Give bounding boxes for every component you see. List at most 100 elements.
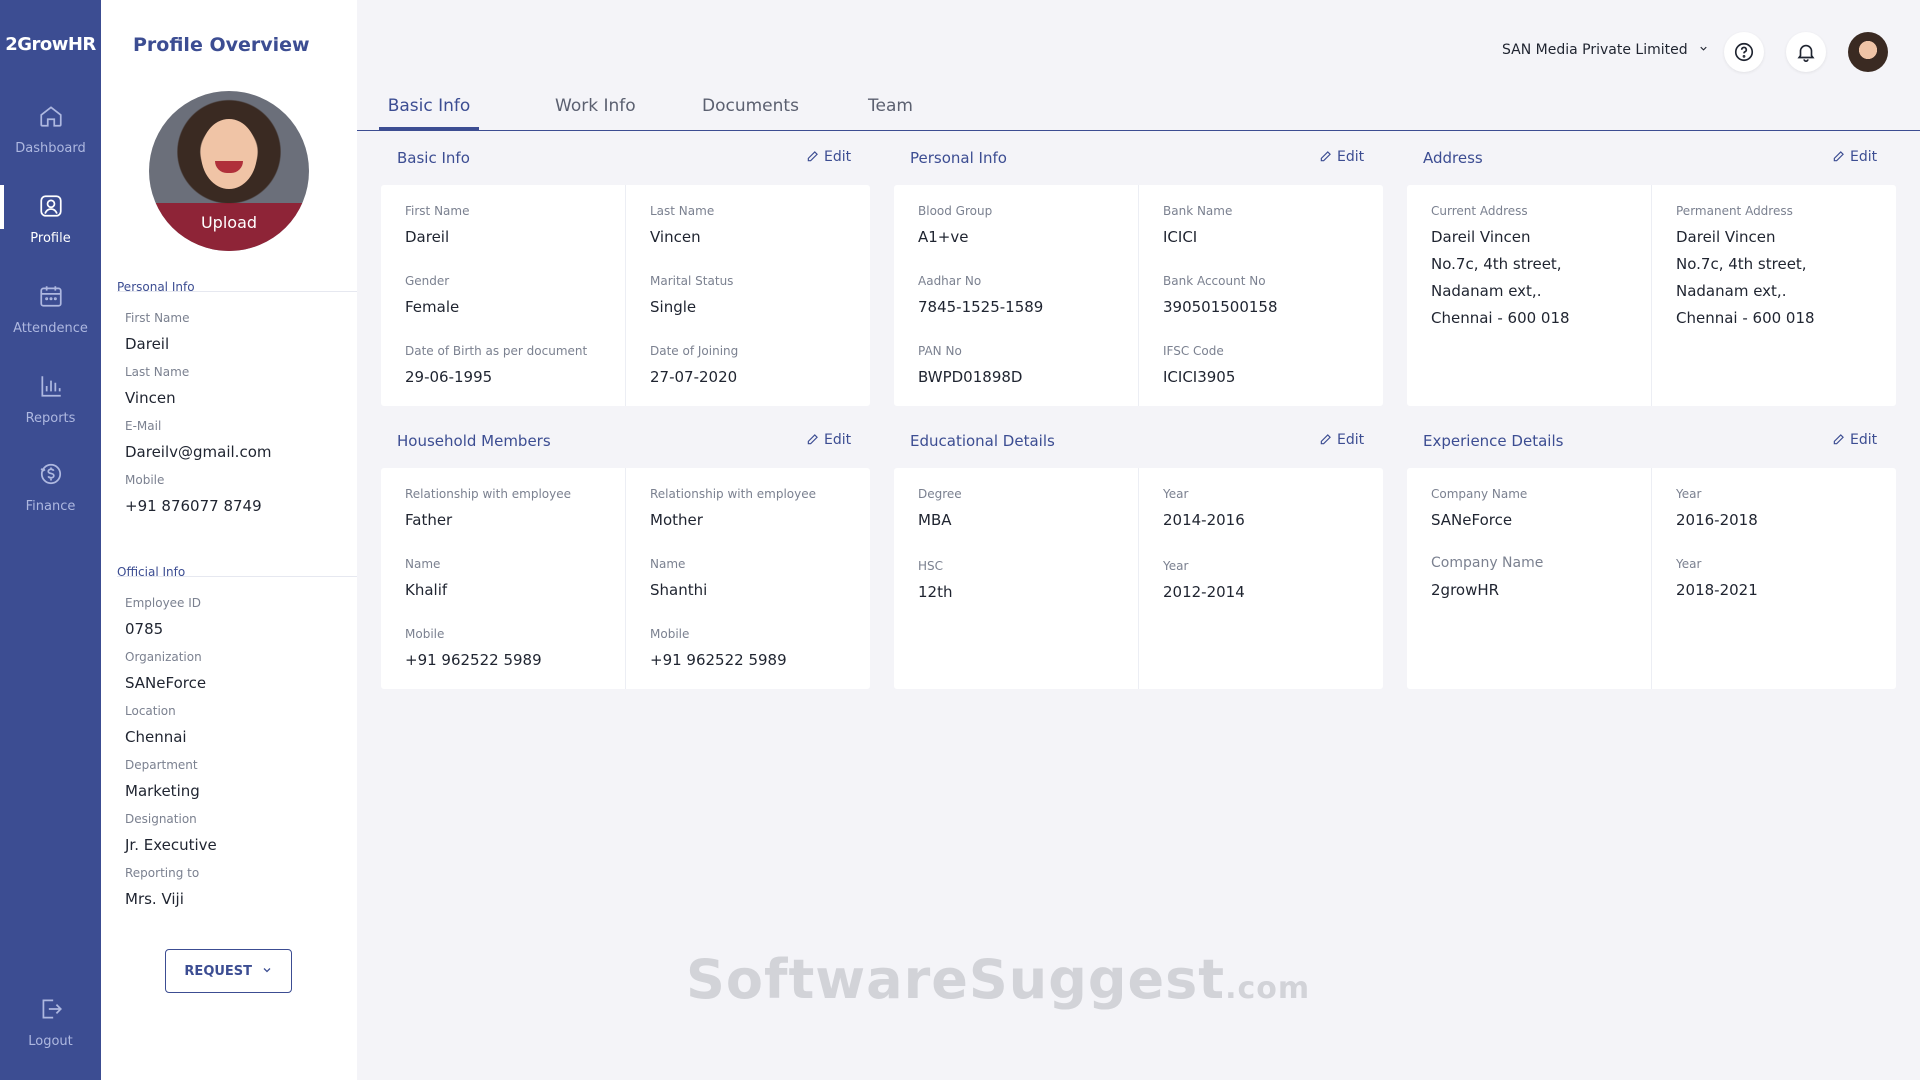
- upload-button[interactable]: Upload: [149, 203, 309, 251]
- card-title-personal-info: Personal Info: [910, 149, 1007, 167]
- field-value: Khalif: [405, 581, 448, 599]
- field-label: Name: [405, 557, 441, 571]
- nav-label: Profile: [30, 231, 71, 246]
- field-label: Degree: [918, 487, 962, 501]
- column-divider: [625, 185, 626, 406]
- field-value: Jr. Executive: [125, 836, 217, 854]
- column-divider: [625, 468, 626, 689]
- help-button[interactable]: [1724, 32, 1764, 72]
- field-label: Mobile: [405, 627, 445, 641]
- field-label: Company Name: [1431, 487, 1528, 501]
- edit-basic-info-button[interactable]: Edit: [806, 149, 851, 165]
- notifications-button[interactable]: [1786, 32, 1826, 72]
- field-value: 2012-2014: [1163, 583, 1245, 601]
- field-label: Year: [1676, 487, 1702, 501]
- address-line: Chennai - 600 018: [1676, 309, 1815, 327]
- calendar-icon: [39, 286, 62, 307]
- card-personal-info: Blood Group A1+ve Aadhar No 7845-1525-15…: [894, 185, 1383, 406]
- card-household: Relationship with employee Father Name K…: [381, 468, 870, 689]
- field-value: 2016-2018: [1676, 511, 1758, 529]
- field-label: Department: [125, 758, 198, 772]
- edit-personal-info-button[interactable]: Edit: [1319, 149, 1364, 165]
- chevron-down-icon: [1700, 46, 1707, 51]
- chevron-down-icon: [263, 967, 271, 972]
- watermark-suffix: .com: [1225, 971, 1311, 1006]
- edit-education-button[interactable]: Edit: [1319, 432, 1364, 448]
- app-logo: 2GrowHR: [5, 34, 96, 55]
- watermark: SoftwareSuggest.com: [686, 948, 1310, 1011]
- field-value: Father: [405, 511, 453, 529]
- request-button[interactable]: REQUEST: [165, 949, 292, 993]
- pencil-icon: [807, 151, 818, 162]
- field-value: 27-07-2020: [650, 368, 738, 386]
- address-line: Chennai - 600 018: [1431, 309, 1570, 327]
- nav-label: Finance: [25, 499, 76, 514]
- nav-finance[interactable]: Finance: [0, 461, 101, 547]
- edit-household-button[interactable]: Edit: [806, 432, 851, 448]
- field-value: 0785: [125, 620, 164, 638]
- company-name: SAN Media Private Limited: [1502, 42, 1688, 58]
- field-label: Bank Account No: [1163, 274, 1266, 288]
- tab-team[interactable]: Team: [868, 96, 913, 130]
- field-value: Mrs. Viji: [125, 890, 184, 908]
- field-value: Female: [405, 298, 460, 316]
- field-label: Location: [125, 704, 176, 718]
- field-value: 29-06-1995: [405, 368, 493, 386]
- field-value: 2018-2021: [1676, 581, 1758, 599]
- bell-icon: [1797, 44, 1815, 62]
- field-value: SANeForce: [1431, 511, 1513, 529]
- tab-work-info[interactable]: Work Info: [555, 96, 636, 130]
- column-divider: [1651, 468, 1652, 689]
- card-education: Degree MBA HSC 12th Year 2014-2016 Year …: [894, 468, 1383, 689]
- tab-documents[interactable]: Documents: [702, 96, 799, 130]
- edit-address-button[interactable]: Edit: [1832, 149, 1877, 165]
- column-divider: [1138, 468, 1139, 689]
- edit-label: Edit: [824, 149, 852, 165]
- nav-logout[interactable]: Logout: [0, 996, 101, 1080]
- field-label: PAN No: [918, 344, 962, 358]
- field-label: Reporting to: [125, 866, 200, 880]
- field-label: IFSC Code: [1163, 344, 1224, 358]
- nav-profile[interactable]: Profile: [0, 185, 101, 279]
- nav-dashboard[interactable]: Dashboard: [0, 103, 101, 189]
- watermark-text: SoftwareSuggest: [686, 948, 1226, 1011]
- profile-icon: [39, 195, 62, 217]
- edit-experience-button[interactable]: Edit: [1832, 432, 1877, 448]
- field-label: HSC: [918, 559, 944, 573]
- avatar-face: [201, 119, 257, 189]
- field-label: Gender: [405, 274, 450, 288]
- address-line: No.7c, 4th street,: [1431, 255, 1562, 273]
- profile-avatar[interactable]: Upload: [149, 91, 309, 251]
- field-label: Designation: [125, 812, 197, 826]
- address-line: Dareil Vincen: [1676, 228, 1776, 246]
- column-divider: [1651, 185, 1652, 406]
- column-divider: [1138, 185, 1139, 406]
- company-selector[interactable]: SAN Media Private Limited: [1502, 42, 1709, 58]
- field-label: Current Address: [1431, 204, 1528, 218]
- profile-panel: Profile Overview Upload Personal Info Fi…: [101, 0, 357, 1080]
- nav-reports[interactable]: Reports: [0, 373, 101, 459]
- tab-basic-info[interactable]: Basic Info: [379, 96, 479, 130]
- field-value: 390501500158: [1163, 298, 1278, 316]
- address-line: Nadanam ext,.: [1676, 282, 1787, 300]
- page-title: Profile Overview: [133, 34, 310, 56]
- user-avatar[interactable]: [1848, 32, 1888, 72]
- field-value: Single: [650, 298, 697, 316]
- pencil-icon: [807, 434, 818, 445]
- field-label: First Name: [405, 204, 470, 218]
- chart-icon: [40, 376, 61, 397]
- edit-label: Edit: [1337, 149, 1365, 165]
- logout-icon: [42, 999, 62, 1019]
- field-value: Shanthi: [650, 581, 708, 599]
- field-label: Year: [1163, 559, 1189, 573]
- field-label: Company Name: [1431, 555, 1544, 571]
- field-value: ICICI: [1163, 228, 1198, 246]
- field-label: Permanent Address: [1676, 204, 1793, 218]
- field-value: Dareil: [405, 228, 450, 246]
- field-label: Aadhar No: [918, 274, 982, 288]
- tab-bar: Basic Info Work Info Documents Team: [357, 96, 1920, 131]
- left-nav: 2GrowHR Dashboard Profile Attendence Rep…: [0, 0, 101, 1080]
- field-value: SANeForce: [125, 674, 207, 692]
- nav-attendence[interactable]: Attendence: [0, 283, 101, 369]
- field-value: +91 962522 5989: [650, 651, 787, 669]
